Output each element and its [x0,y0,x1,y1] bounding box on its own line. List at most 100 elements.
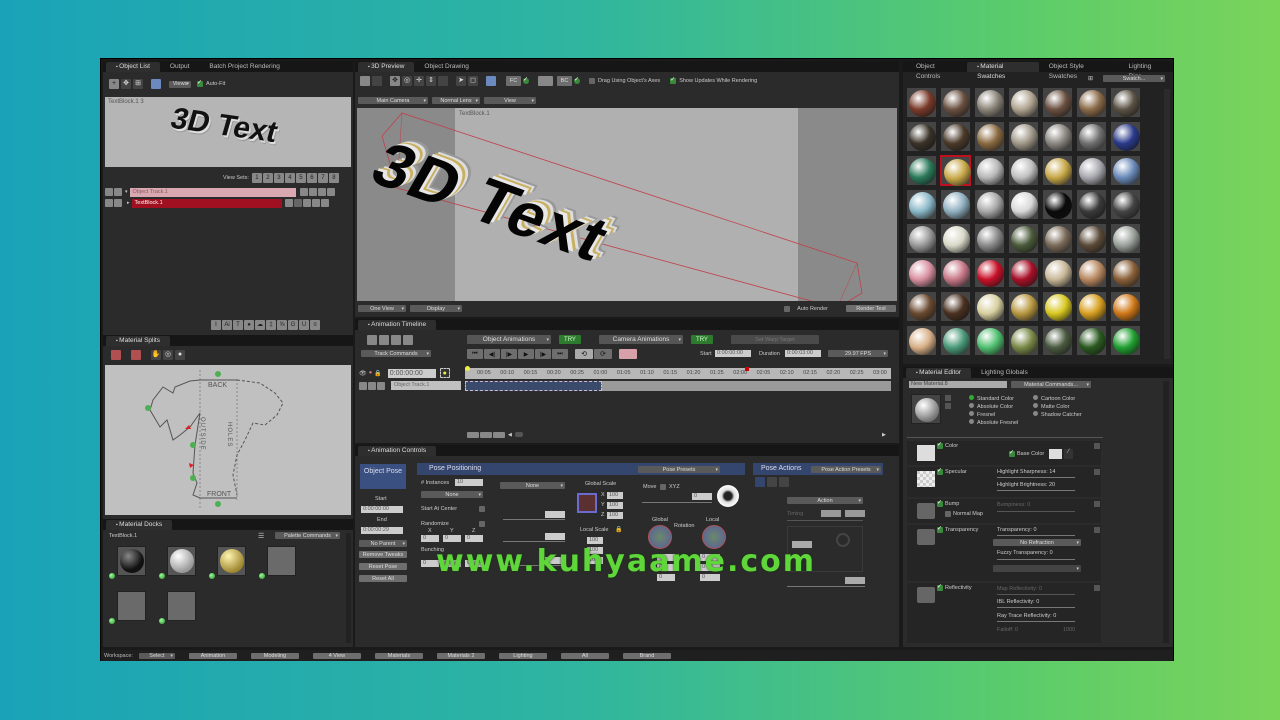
move-slider[interactable] [642,502,712,503]
reset-pose-button[interactable]: Reset Pose [359,563,407,570]
track-tool-icon[interactable] [326,188,335,196]
playhead-marker[interactable] [465,366,470,371]
material-swatch[interactable] [906,223,937,254]
material-swatch-selected[interactable] [940,155,971,186]
ungroup-tool-icon[interactable]: U [299,320,309,330]
material-swatch[interactable] [1042,121,1073,152]
material-swatch[interactable] [974,121,1005,152]
rand-y-field[interactable]: 0 [443,535,461,542]
material-swatch[interactable] [1076,121,1107,152]
dolly-icon[interactable]: ⇕ [426,76,436,86]
zoom-out-icon[interactable] [467,432,479,438]
workspace-modeling[interactable]: Modeling [250,652,299,659]
material-swatch[interactable] [1110,223,1141,254]
material-swatch[interactable] [1008,87,1039,118]
scroll-right-icon[interactable]: ▶ [882,432,886,438]
track-name[interactable]: Object Track.1 [129,187,296,197]
material-swatch[interactable] [906,87,937,118]
cursor-tool-icon[interactable]: I [211,320,221,330]
specular-swatch[interactable] [917,471,935,487]
start-at-center-checkbox[interactable] [479,506,485,512]
group-tool-icon[interactable]: G [288,320,298,330]
material-swatch[interactable] [1008,121,1039,152]
eye-icon[interactable]: 👁 [359,370,367,377]
material-swatch[interactable] [1076,87,1107,118]
instances-mode-dropdown[interactable]: None [421,491,483,498]
material-swatch[interactable] [974,189,1005,220]
material-swatch[interactable] [1076,155,1107,186]
text-tool-icon[interactable]: T [233,320,243,330]
zoom-mid-icon[interactable] [480,432,492,438]
action-tool-icon[interactable] [779,477,789,487]
material-swatch[interactable] [1008,155,1039,186]
material-swatch[interactable] [940,257,971,288]
action-slider[interactable] [787,586,865,587]
apply-dock-icon[interactable] [109,573,115,579]
eye-icon[interactable] [105,188,113,196]
eye-icon[interactable] [359,381,367,390]
track-tool-icon[interactable] [302,199,311,207]
tab-material-splits[interactable]: Material Splits [106,336,170,346]
refraction-dropdown[interactable]: No Refraction [993,539,1081,546]
randomize-checkbox[interactable] [479,521,485,527]
track-tool-icon[interactable] [317,188,326,196]
expand-section-icon[interactable] [1094,501,1100,507]
material-swatch[interactable] [974,87,1005,118]
track-row[interactable]: ▸ TextBlock.1 [105,198,351,208]
remove-tweaks-button[interactable]: Remove Tweaks [359,551,407,558]
current-time-field[interactable]: 0:00:00:00 [387,368,436,378]
track-tool-icon[interactable] [293,199,302,207]
param-field[interactable] [545,533,565,540]
tab-object-drawing[interactable]: Object Drawing [414,62,478,72]
material-swatch[interactable] [974,257,1005,288]
material-swatch[interactable] [974,223,1005,254]
action-dial-icon[interactable] [836,533,850,547]
step-back-button[interactable]: ◀| [484,349,500,359]
color-swatch[interactable] [538,76,553,86]
param-slider[interactable] [503,519,565,520]
pose-start-field[interactable]: 0:00:00:00 [361,506,403,513]
zoom-icon[interactable] [438,76,448,86]
workspace-animation[interactable]: Animation [188,652,237,659]
expand-section-icon[interactable] [1094,585,1100,591]
swatch-palette-icon[interactable]: ⊞ [1088,75,1093,82]
tab-animation-controls[interactable]: Animation Controls [358,446,437,456]
action-tool-icon[interactable] [767,477,777,487]
apply-dock-icon[interactable] [259,573,265,579]
material-swatch[interactable] [1042,155,1073,186]
color-checkbox[interactable] [937,441,943,449]
move-trackball[interactable] [717,485,739,507]
pose-presets-dropdown[interactable]: Pose Presets [638,466,720,473]
collapse-icon[interactable]: ▾ [125,189,128,195]
play-reverse-button[interactable]: |▶ [501,349,517,359]
timeline-scroll-thumb[interactable] [514,432,523,437]
fps-dropdown[interactable]: 29.97 FPS [828,350,888,357]
action-tool-icon[interactable] [755,477,765,487]
workspace-materials-2[interactable]: Materials 2 [436,652,485,659]
link-icon[interactable] [284,199,293,207]
try-camera-button[interactable]: TRY [691,335,713,344]
rand-z-field[interactable]: 0 [465,535,483,542]
lock-icon[interactable] [114,199,122,207]
fraction-tool-icon[interactable]: ⅝ [277,320,287,330]
pose-end-field[interactable]: 0:00:00:29 [361,527,403,534]
drag-axes-checkbox[interactable] [589,78,595,84]
tab-3d-preview[interactable]: 3D Preview [358,62,415,72]
3d-viewport[interactable]: TextBlock.1 3D Text [357,108,897,301]
tab-object-list[interactable]: Object List [106,62,160,72]
material-swatch[interactable] [1110,325,1141,356]
radio-shadow-catcher[interactable]: Shadow Catcher [1033,411,1082,419]
remove-split-icon[interactable] [131,350,141,360]
end-marker[interactable] [745,367,749,371]
workspace-dropdown[interactable]: Select [138,652,175,659]
pan-icon[interactable]: ✛ [414,76,424,86]
material-swatch[interactable] [1042,325,1073,356]
dock-slot-empty[interactable] [167,591,196,621]
preview-option[interactable] [945,403,951,409]
view-dropdown[interactable]: View [484,97,536,104]
tab-lighting-rigs[interactable]: Lighting Rigs [1119,62,1174,80]
view-set-3[interactable]: 3 [273,173,284,183]
radio-absolute-color[interactable]: Absolute Color [969,403,1018,411]
param-slider[interactable] [503,541,565,542]
ray-trace-reflectivity-slider[interactable] [997,621,1075,622]
